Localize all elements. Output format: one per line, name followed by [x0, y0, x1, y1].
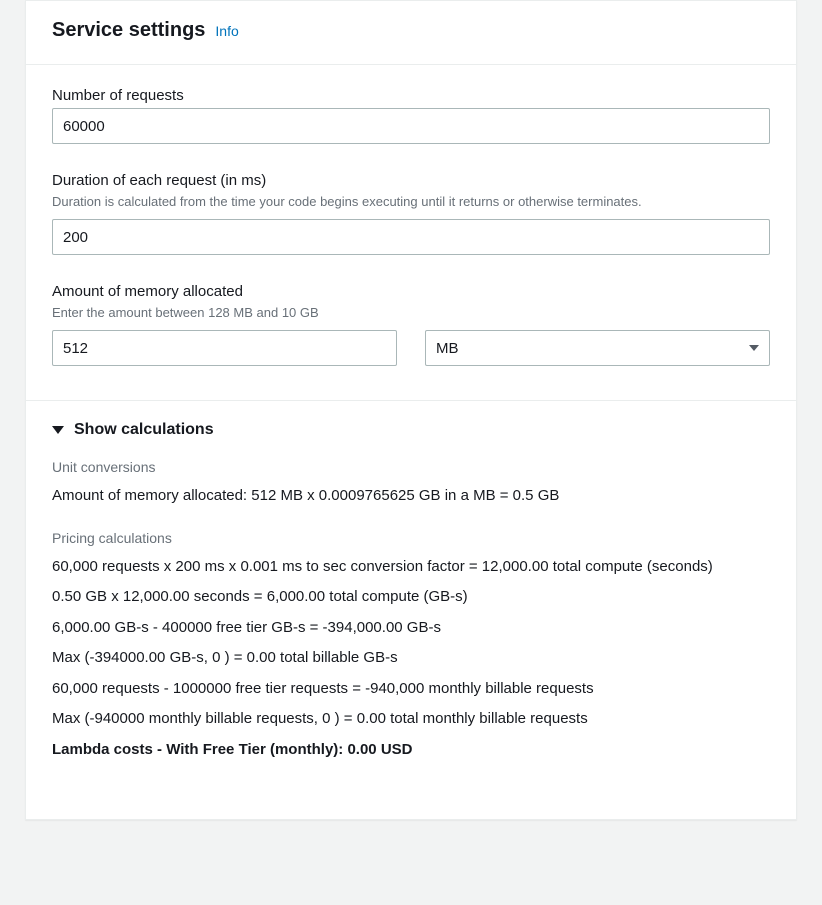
pricing-line: Max (-940000 monthly billable requests, … — [52, 708, 770, 731]
field-memory: Amount of memory allocated Enter the amo… — [52, 283, 770, 366]
show-calculations-label: Show calculations — [74, 421, 214, 439]
info-link[interactable]: Info — [215, 23, 238, 39]
pricing-line: 0.50 GB x 12,000.00 seconds = 6,000.00 t… — [52, 586, 770, 609]
caret-down-icon — [52, 426, 64, 434]
pricing-calculations-heading: Pricing calculations — [52, 530, 770, 546]
unit-conversions-block: Unit conversions Amount of memory alloca… — [52, 459, 770, 508]
unit-conversions-heading: Unit conversions — [52, 459, 770, 475]
field-duration: Duration of each request (in ms) Duratio… — [52, 172, 770, 255]
pricing-line: Max (-394000.00 GB-s, 0 ) = 0.00 total b… — [52, 647, 770, 670]
requests-input[interactable] — [52, 108, 770, 144]
service-settings-panel: Service settings Info Number of requests… — [25, 0, 797, 820]
memory-label: Amount of memory allocated — [52, 283, 770, 300]
panel-title: Service settings — [52, 19, 205, 42]
unit-conversion-line: Amount of memory allocated: 512 MB x 0.0… — [52, 485, 770, 508]
memory-unit-select[interactable]: MB — [425, 330, 770, 366]
pricing-line: 60,000 requests - 1000000 free tier requ… — [52, 678, 770, 701]
pricing-calculations-block: Pricing calculations 60,000 requests x 2… — [52, 530, 770, 762]
panel-body: Number of requests Duration of each requ… — [26, 65, 796, 400]
show-calculations-toggle[interactable]: Show calculations — [52, 421, 770, 439]
duration-label: Duration of each request (in ms) — [52, 172, 770, 189]
field-number-of-requests: Number of requests — [52, 87, 770, 144]
duration-input[interactable] — [52, 219, 770, 255]
panel-header: Service settings Info — [26, 1, 796, 65]
duration-hint: Duration is calculated from the time you… — [52, 193, 770, 211]
requests-label: Number of requests — [52, 87, 770, 104]
calculations-section: Show calculations Unit conversions Amoun… — [26, 400, 796, 819]
pricing-line: 6,000.00 GB-s - 400000 free tier GB-s = … — [52, 617, 770, 640]
pricing-total-line: Lambda costs - With Free Tier (monthly):… — [52, 739, 770, 762]
pricing-line: 60,000 requests x 200 ms x 0.001 ms to s… — [52, 556, 770, 579]
memory-input[interactable] — [52, 330, 397, 366]
memory-hint: Enter the amount between 128 MB and 10 G… — [52, 304, 770, 322]
